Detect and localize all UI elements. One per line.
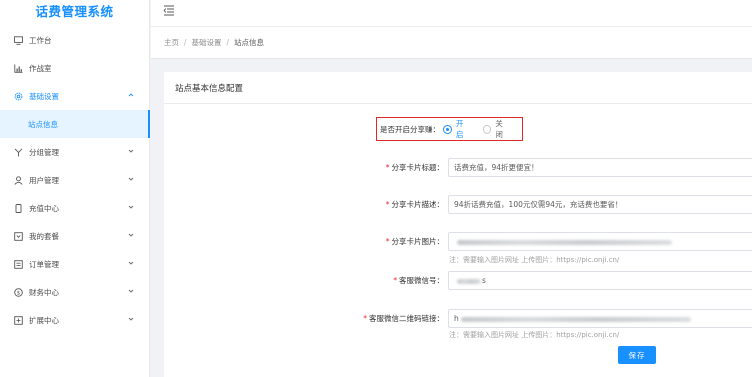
share-off-radio[interactable] — [482, 124, 492, 134]
user-icon — [14, 175, 23, 185]
sidebar-item-basic-settings[interactable]: 基础设置 — [0, 82, 149, 110]
branch-icon — [14, 147, 23, 157]
chevron-down-icon — [127, 203, 135, 211]
card-title: 站点基本信息配置 — [164, 72, 752, 104]
service-wechat-row: * 客服微信号： s — [360, 271, 752, 290]
sidebar-item-extension-center[interactable]: 扩展中心 — [0, 306, 149, 334]
sidebar-item-my-package[interactable]: 我的套餐 — [0, 222, 149, 250]
sidebar-item-recharge-center[interactable]: 充值中心 — [0, 194, 149, 222]
redacted-text — [457, 279, 481, 284]
sidebar-item-label: 我的套餐 — [29, 231, 59, 241]
sidebar-item-label: 工作台 — [29, 35, 52, 45]
service-qr-visible: h — [454, 314, 459, 323]
service-qr-row: * 客服微信二维码链接： h — [360, 309, 752, 328]
sidebar-item-label: 财务中心 — [29, 287, 59, 297]
sidebar-item-finance-center[interactable]: $ 财务中心 — [0, 278, 149, 306]
chevron-down-icon — [127, 287, 135, 295]
share-image-row: * 分享卡片图片： — [360, 232, 752, 251]
menu-fold-icon[interactable] — [163, 4, 175, 16]
sidebar-item-group-management[interactable]: 分组管理 — [0, 138, 149, 166]
share-toggle-radio-group: 开启 关闭 — [443, 118, 522, 140]
service-wechat-visible: s — [482, 276, 486, 285]
service-qr-input[interactable]: h — [448, 309, 752, 328]
share-desc-row: * 分享卡片描述： 94折话费充值，100元仅需94元，充话费也要省！ — [360, 195, 752, 214]
sidebar-item-label: 作战室 — [29, 63, 52, 73]
redacted-text — [461, 317, 691, 322]
gear-icon — [14, 92, 23, 101]
share-image-input[interactable] — [448, 232, 752, 251]
sidebar-item-war-room[interactable]: 作战室 — [0, 54, 149, 82]
sidebar-item-workbench[interactable]: 工作台 — [0, 26, 149, 54]
package-icon — [14, 231, 23, 241]
breadcrumb-parent[interactable]: 基础设置 — [192, 37, 222, 48]
share-off-label[interactable]: 关闭 — [495, 118, 510, 140]
service-wechat-label: * 客服微信号： — [393, 276, 444, 285]
finance-icon: $ — [14, 287, 23, 297]
sidebar-item-label: 用户管理 — [29, 175, 59, 185]
share-image-label: * 分享卡片图片： — [385, 237, 444, 246]
sidebar-item-label: 扩展中心 — [29, 315, 59, 325]
chevron-down-icon — [127, 315, 135, 323]
sidebar-item-order-management[interactable]: 订单管理 — [0, 250, 149, 278]
breadcrumb: 主页 / 基础设置 / 站点信息 — [151, 26, 752, 59]
chevron-down-icon — [127, 259, 135, 267]
service-qr-label: * 客服微信二维码链接： — [363, 314, 444, 323]
share-toggle-label: 是否开启分享赚： — [380, 124, 440, 134]
svg-text:$: $ — [17, 290, 21, 296]
sidebar-item-label: 充值中心 — [29, 203, 59, 213]
breadcrumb-separator: / — [226, 38, 230, 47]
share-title-row: * 分享卡片标题： 话费充值，94折更便宜！ — [360, 158, 752, 177]
sidebar-item-label: 站点信息 — [28, 119, 58, 129]
breadcrumb-separator: / — [184, 38, 187, 47]
sidebar-item-user-management[interactable]: 用户管理 — [0, 166, 149, 194]
top-bar — [151, 0, 752, 26]
sidebar-item-label: 基础设置 — [29, 91, 59, 101]
bar-chart-icon — [14, 64, 23, 73]
monitor-icon — [14, 35, 23, 45]
extension-icon — [14, 315, 23, 325]
phone-icon — [14, 203, 23, 213]
chevron-down-icon — [127, 147, 135, 155]
chevron-down-icon — [127, 231, 135, 239]
share-on-label[interactable]: 开启 — [456, 118, 471, 140]
share-title-label: * 分享卡片标题： — [385, 163, 444, 172]
chevron-up-icon — [127, 91, 135, 99]
redacted-text — [457, 240, 672, 245]
sidebar: 话费管理系统 工作台 作战室 基础设置 站点信息 分组管理 用户管理 充值中心 … — [0, 0, 150, 377]
service-wechat-input[interactable]: s — [448, 271, 752, 290]
share-toggle-highlight: 是否开启分享赚： 开启 关闭 — [376, 117, 523, 141]
sidebar-item-site-info[interactable]: 站点信息 — [0, 110, 150, 138]
sidebar-item-label: 订单管理 — [29, 259, 59, 269]
app-title: 话费管理系统 — [35, 4, 114, 19]
share-on-radio[interactable] — [443, 124, 452, 134]
breadcrumb-home[interactable]: 主页 — [164, 37, 179, 48]
share-desc-label: * 分享卡片描述： — [385, 200, 444, 209]
breadcrumb-current: 站点信息 — [234, 38, 265, 47]
order-icon — [14, 259, 23, 269]
save-button[interactable]: 保存 — [618, 346, 656, 364]
sidebar-item-label: 分组管理 — [29, 147, 59, 157]
chevron-down-icon — [127, 175, 135, 183]
share-image-hint: 注：需要输入图片网址 上传图片：https://pic.onji.cn/ — [449, 256, 620, 264]
share-title-input[interactable]: 话费充值，94折更便宜！ — [448, 158, 752, 177]
service-qr-hint: 注：需要输入图片网址 上传图片：https://pic.onji.cn/ — [449, 331, 620, 339]
share-desc-input[interactable]: 94折话费充值，100元仅需94元，充话费也要省！ — [448, 195, 752, 214]
